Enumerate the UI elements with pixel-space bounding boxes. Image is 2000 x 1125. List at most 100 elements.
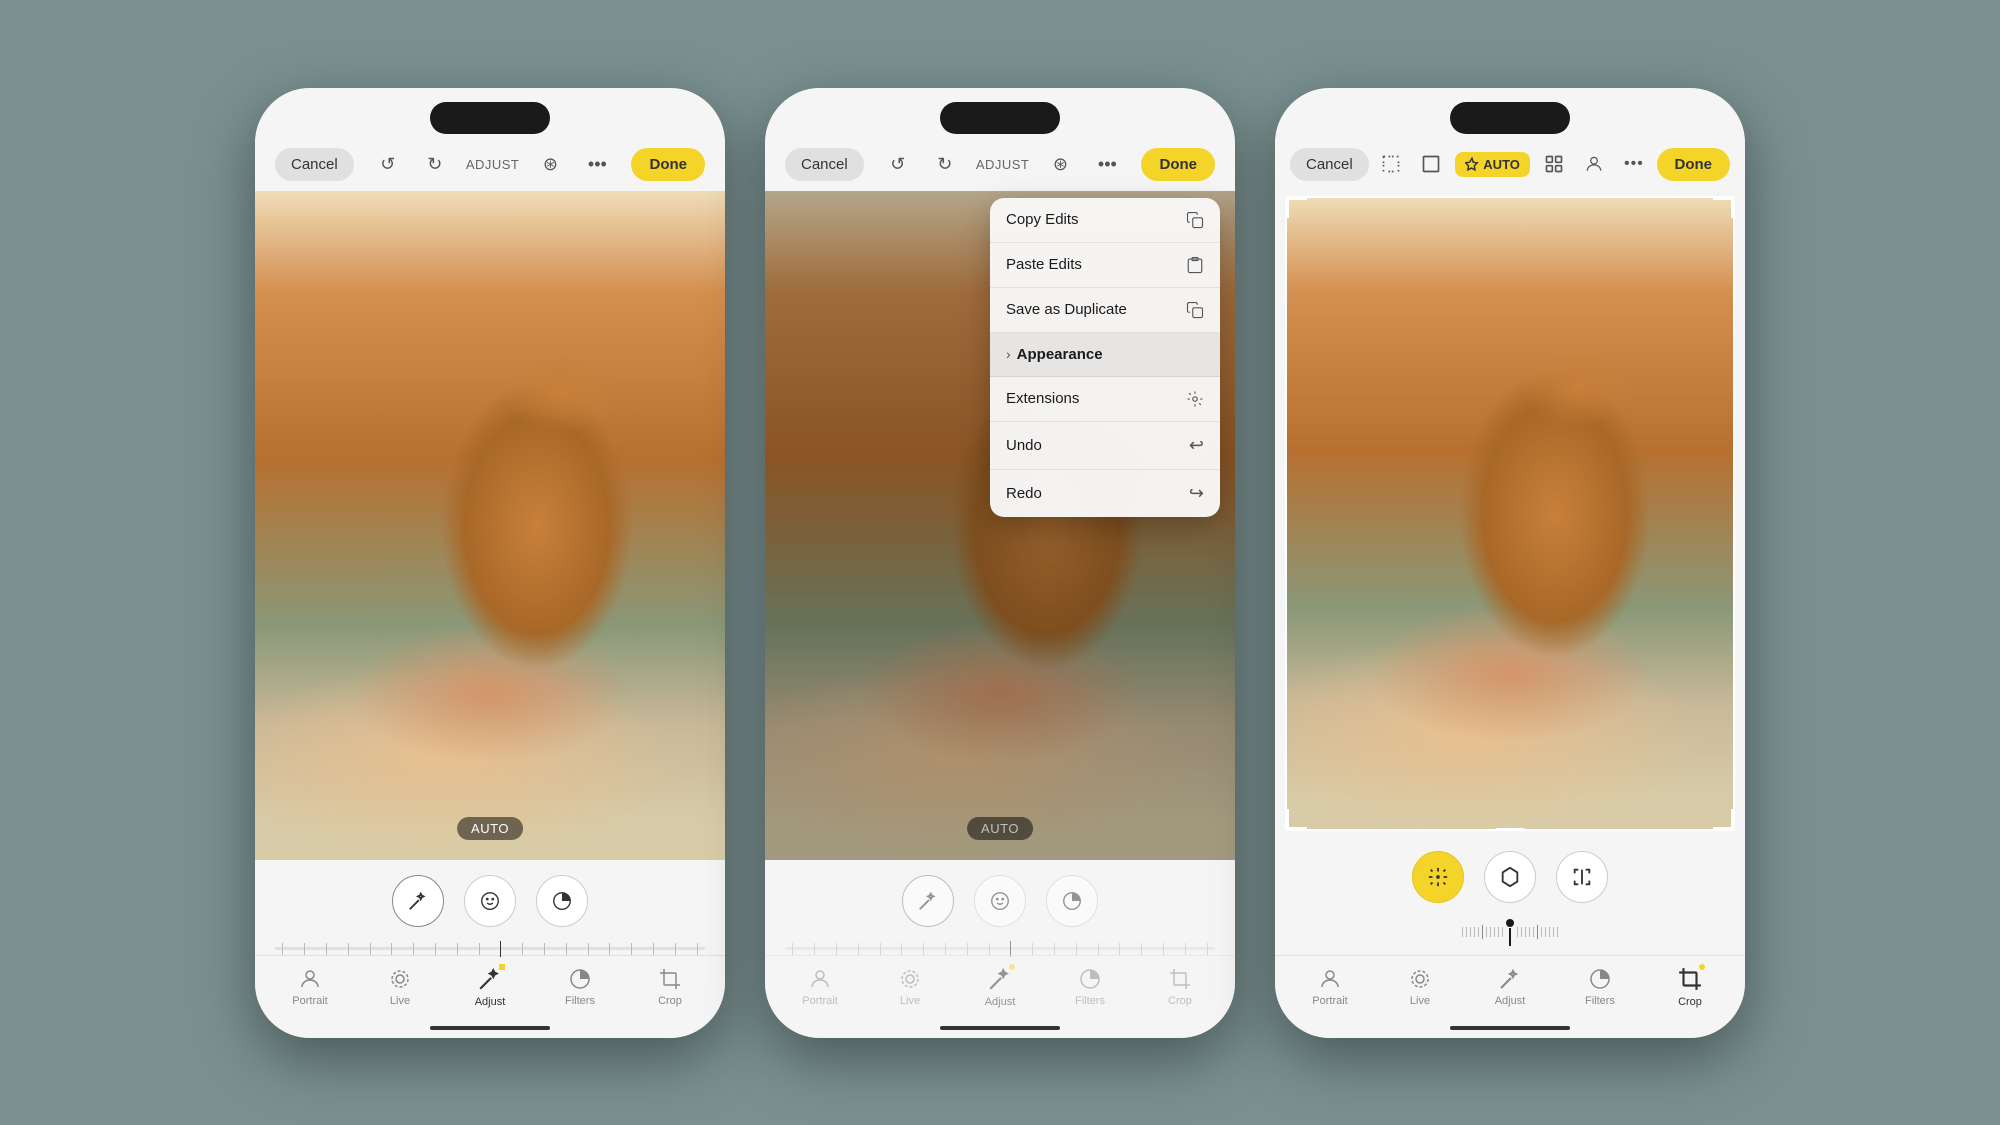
rot-tick — [1545, 927, 1546, 937]
crop-tool-person[interactable] — [1578, 148, 1610, 180]
portrait-label-3: Portrait — [1312, 995, 1347, 1007]
menu-appearance[interactable]: › Appearance — [990, 333, 1220, 377]
filters-icon-1 — [568, 967, 592, 991]
slider-thumb — [500, 941, 501, 957]
person-icon-1[interactable]: ⊛ — [534, 148, 566, 180]
menu-redo[interactable]: Redo ↪ — [990, 470, 1220, 517]
face-tool-1[interactable] — [464, 875, 516, 927]
redo-icon-1[interactable]: ↻ — [419, 148, 451, 180]
rot-tick — [1553, 927, 1554, 937]
flip-tool-3[interactable] — [1556, 851, 1608, 903]
crop-tool-grid[interactable] — [1538, 148, 1570, 180]
rot-tick — [1462, 927, 1463, 937]
magic-wand-tool-1[interactable] — [392, 875, 444, 927]
phone-1-screen: Cancel ↺ ↻ ADJUST ⊛ ••• Done AUTO — [255, 88, 725, 1038]
crop-label-1: Crop — [658, 995, 682, 1007]
tab-filters-3[interactable]: Filters — [1573, 967, 1628, 1007]
filters-label-1: Filters — [565, 995, 595, 1007]
crop-icon-1 — [658, 967, 682, 991]
more-button-3[interactable]: ••• — [1618, 148, 1650, 180]
slider-row-3[interactable] — [1275, 918, 1745, 955]
cancel-button-3[interactable]: Cancel — [1290, 148, 1369, 181]
color-tool-2[interactable] — [1046, 875, 1098, 927]
slider-tick — [901, 943, 902, 955]
tab-portrait-2[interactable]: Portrait — [793, 967, 848, 1007]
tab-adjust-1[interactable]: Adjust — [463, 966, 518, 1008]
more-icon-2[interactable]: ••• — [1091, 148, 1123, 180]
slider-tick — [792, 943, 793, 955]
top-bar-icons-1: ↺ ↻ ADJUST ⊛ ••• — [372, 148, 614, 180]
tab-live-1[interactable]: Live — [373, 967, 428, 1007]
adjust-tab-label-2: Adjust — [985, 996, 1016, 1008]
rot-tick — [1478, 927, 1479, 937]
tab-adjust-2[interactable]: Adjust — [973, 966, 1028, 1008]
person-icon-2[interactable]: ⊛ — [1044, 148, 1076, 180]
slider-tick — [631, 943, 632, 955]
undo-label: Undo — [1006, 437, 1042, 454]
menu-copy-edits[interactable]: Copy Edits — [990, 198, 1220, 243]
vertical-tool-3[interactable] — [1484, 851, 1536, 903]
tab-portrait-3[interactable]: Portrait — [1303, 967, 1358, 1007]
slider-tick — [880, 943, 881, 955]
adjust-title-2: ADJUST — [976, 157, 1030, 172]
cancel-button-2[interactable]: Cancel — [785, 148, 864, 181]
cat-image-3 — [1285, 196, 1735, 831]
menu-save-duplicate[interactable]: Save as Duplicate — [990, 288, 1220, 333]
crop-label-2: Crop — [1168, 995, 1192, 1007]
tab-adjust-3[interactable]: Adjust — [1483, 967, 1538, 1007]
cancel-button-1[interactable]: Cancel — [275, 148, 354, 181]
undo-icon-1[interactable]: ↺ — [372, 148, 404, 180]
slider-tick — [566, 943, 567, 955]
tab-live-2[interactable]: Live — [883, 967, 938, 1007]
redo-menu-icon: ↪ — [1189, 483, 1204, 504]
auto-label-3: AUTO — [1483, 157, 1520, 172]
face-tool-2[interactable] — [974, 875, 1026, 927]
dynamic-island-2 — [940, 102, 1060, 134]
slider-tick — [609, 943, 610, 955]
auto-crop-button[interactable]: AUTO — [1455, 152, 1530, 177]
slider-tick — [435, 943, 436, 955]
rot-tick — [1502, 927, 1503, 937]
done-button-3[interactable]: Done — [1657, 148, 1731, 181]
active-dot-1 — [499, 964, 505, 970]
tab-live-3[interactable]: Live — [1393, 967, 1448, 1007]
rot-tick — [1541, 927, 1542, 937]
crop-tool-square[interactable] — [1415, 148, 1447, 180]
color-tool-1[interactable] — [536, 875, 588, 927]
slider-tick — [522, 943, 523, 955]
slider-center-bar — [1509, 928, 1511, 946]
adjust-icon-3 — [1498, 967, 1522, 991]
auto-badge-1: AUTO — [457, 817, 523, 840]
horizon-tool-3[interactable] — [1412, 851, 1464, 903]
tab-crop-1[interactable]: Crop — [643, 967, 698, 1007]
tab-crop-3[interactable]: Crop — [1663, 966, 1718, 1008]
rot-tick — [1494, 927, 1495, 937]
home-indicator-2 — [940, 1026, 1060, 1030]
magic-wand-tool-2[interactable] — [902, 875, 954, 927]
more-icon-1[interactable]: ••• — [581, 148, 613, 180]
slider-row-1[interactable] — [255, 942, 725, 955]
tab-portrait-1[interactable]: Portrait — [283, 967, 338, 1007]
tab-filters-1[interactable]: Filters — [553, 967, 608, 1007]
crop-tool-freeform[interactable] — [1375, 148, 1407, 180]
slider-tick — [923, 943, 924, 955]
tab-filters-2[interactable]: Filters — [1063, 967, 1118, 1007]
rot-tick — [1490, 927, 1491, 937]
dynamic-island-1 — [430, 102, 550, 134]
redo-icon-2[interactable]: ↻ — [929, 148, 961, 180]
done-button-1[interactable]: Done — [631, 148, 705, 181]
flip-icon — [1571, 866, 1593, 888]
dropdown-menu: Copy Edits Paste Edits Save as Duplicate — [990, 198, 1220, 517]
freeform-icon — [1381, 154, 1401, 174]
tab-crop-2[interactable]: Crop — [1153, 967, 1208, 1007]
slider-row-2[interactable] — [765, 942, 1235, 955]
slider-tick — [326, 943, 327, 955]
live-icon-2 — [898, 967, 922, 991]
done-button-2[interactable]: Done — [1141, 148, 1215, 181]
menu-extensions[interactable]: Extensions — [990, 377, 1220, 422]
rot-tick-lg2 — [1537, 925, 1538, 939]
menu-undo[interactable]: Undo ↩ — [990, 422, 1220, 470]
undo-icon-2[interactable]: ↺ — [882, 148, 914, 180]
menu-paste-edits[interactable]: Paste Edits — [990, 243, 1220, 288]
appearance-label: Appearance — [1017, 346, 1103, 363]
